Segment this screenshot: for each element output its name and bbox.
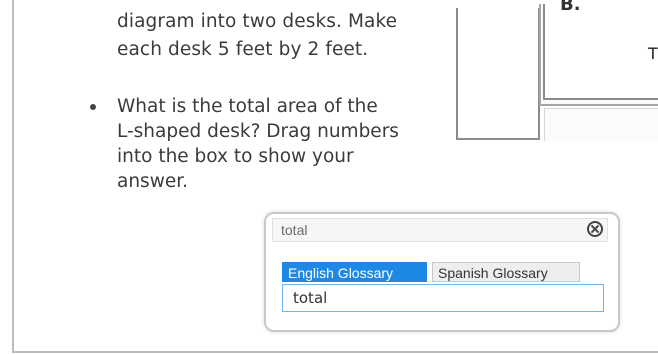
tab-label: English Glossary — [288, 265, 394, 281]
question-line: diagram into two desks. Make — [117, 11, 398, 32]
diagram-left-box — [456, 8, 540, 140]
close-icon[interactable] — [587, 221, 603, 237]
glossary-term: total — [293, 289, 328, 307]
bullet-line: What is the total area of the — [117, 96, 378, 117]
diagram-bottom-box — [544, 108, 658, 141]
glossary-content-box: total — [282, 284, 604, 312]
tab-label: Spanish Glossary — [438, 265, 548, 281]
diagram-edge-text: T — [648, 44, 658, 63]
glossary-popup: total English Glossary Spanish Glossary … — [264, 212, 620, 332]
tab-english-glossary[interactable]: English Glossary — [282, 262, 427, 282]
bullet-line: L-shaped desk? Drag numbers — [117, 121, 399, 142]
question-bullet: What is the total area of the L-shaped d… — [117, 94, 457, 194]
diagram-right-inner — [543, 4, 658, 100]
diagram-label: B. — [560, 0, 581, 15]
glossary-title: total — [281, 222, 308, 238]
bullet-icon — [90, 104, 96, 110]
question-line: each desk 5 feet by 2 feet. — [117, 39, 369, 60]
bullet-line: answer. — [117, 171, 189, 192]
glossary-header: total — [272, 218, 608, 242]
question-text: diagram into two desks. Make each desk 5… — [117, 8, 457, 64]
tab-spanish-glossary[interactable]: Spanish Glossary — [432, 262, 580, 282]
bullet-line: into the box to show your — [117, 146, 354, 167]
